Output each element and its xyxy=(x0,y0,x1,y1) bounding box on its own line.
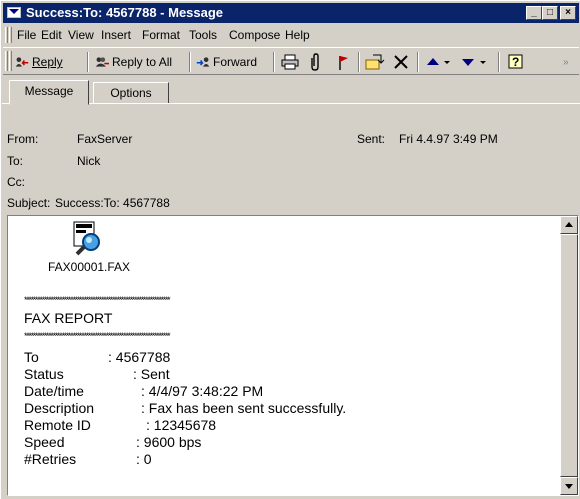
report-row-value: : 4/4/97 3:48:22 PM xyxy=(141,383,264,399)
toolbar-separator xyxy=(189,52,191,72)
print-icon xyxy=(281,54,299,70)
report-row-label: Status xyxy=(24,366,64,382)
menu-compose[interactable]: Compose xyxy=(229,28,280,42)
report-row-value: : 12345678 xyxy=(146,417,217,433)
report-row-value: : Sent xyxy=(133,366,170,382)
report-row-label: Remote ID xyxy=(24,417,91,433)
move-to-folder-button[interactable] xyxy=(365,52,385,72)
report-divider: ****************************************… xyxy=(24,295,171,305)
toolbar-overflow-icon[interactable]: » xyxy=(563,52,569,72)
menu-help[interactable]: Help xyxy=(285,28,310,42)
report-divider: ****************************************… xyxy=(24,331,171,341)
sent-value: Fri 4.4.97 3:49 PM xyxy=(399,132,498,146)
menu-edit[interactable]: Edit xyxy=(41,28,62,42)
report-row-label: Speed xyxy=(24,434,65,450)
message-body[interactable]: FAX00001.FAX ***************************… xyxy=(7,215,579,496)
reply-button[interactable]: Reply xyxy=(15,52,63,72)
scroll-up-button[interactable] xyxy=(560,216,578,234)
toolbar-grip-2 xyxy=(9,51,12,71)
toolbar-separator xyxy=(498,52,500,72)
down-arrow-icon xyxy=(565,484,573,489)
scroll-down-button[interactable] xyxy=(560,477,578,495)
message-content: FAX00001.FAX ***************************… xyxy=(8,216,560,495)
help-icon: ? xyxy=(508,54,523,69)
report-row-label: To xyxy=(24,349,39,365)
report-row-label: #Retries xyxy=(24,451,77,467)
maximize-button[interactable]: □ xyxy=(542,6,558,20)
svg-text:?: ? xyxy=(512,55,519,69)
attach-button[interactable] xyxy=(308,52,322,72)
reply-label: Reply xyxy=(32,55,63,69)
flag-button[interactable] xyxy=(336,52,350,72)
minimize-button[interactable]: _ xyxy=(526,6,542,20)
help-button[interactable]: ? xyxy=(507,52,525,72)
report-row-value: : 4567788 xyxy=(108,349,171,365)
forward-icon xyxy=(196,57,210,67)
subject-label: Subject: xyxy=(7,196,51,210)
reply-all-button[interactable]: Reply to All xyxy=(95,52,172,72)
from-value: FaxServer xyxy=(77,132,133,146)
menu-grip-2 xyxy=(9,27,12,43)
forward-label: Forward xyxy=(213,55,258,69)
envelope-icon xyxy=(7,7,21,18)
fax-attachment-icon[interactable] xyxy=(70,220,106,259)
delete-button[interactable] xyxy=(393,52,409,72)
toolbar-separator xyxy=(87,52,89,72)
print-button[interactable] xyxy=(281,52,299,72)
menu-tools[interactable]: Tools xyxy=(189,28,217,42)
previous-item-button[interactable] xyxy=(425,52,453,72)
close-button[interactable]: × xyxy=(560,6,576,20)
sent-label: Sent: xyxy=(357,132,386,146)
move-to-folder-icon xyxy=(365,54,385,70)
tab-message[interactable]: Message xyxy=(9,80,89,105)
forward-button[interactable]: Forward xyxy=(196,52,257,72)
from-label: From: xyxy=(7,132,39,146)
previous-item-icon xyxy=(427,58,450,65)
toolbar: Reply Reply to All Forward ? » xyxy=(3,47,579,75)
toolbar-grip[interactable] xyxy=(5,51,8,71)
scroll-thumb[interactable] xyxy=(560,234,578,477)
reply-all-label: Reply to All xyxy=(112,55,173,69)
paperclip-icon xyxy=(311,53,319,71)
report-row-value: : 0 xyxy=(136,451,152,467)
reply-all-icon xyxy=(95,57,109,67)
reply-icon xyxy=(15,57,29,67)
to-value: Nick xyxy=(77,154,101,168)
up-arrow-icon xyxy=(565,222,573,227)
menu-file[interactable]: File xyxy=(17,28,36,42)
subject-value: Success:To: 4567788 xyxy=(55,196,170,210)
title-bar[interactable]: Success:To: 4567788 - Message _ □ × xyxy=(3,3,579,23)
menu-view[interactable]: View xyxy=(68,28,94,42)
attachment-name[interactable]: FAX00001.FAX xyxy=(48,260,130,274)
message-window: Success:To: 4567788 - Message _ □ × File… xyxy=(0,0,580,499)
next-item-button[interactable] xyxy=(460,52,490,72)
toolbar-separator xyxy=(358,52,360,72)
vertical-scrollbar[interactable] xyxy=(560,216,578,495)
menu-bar: File Edit View Insert Format Tools Compo… xyxy=(3,25,579,45)
cc-label: Cc: xyxy=(7,175,25,189)
window-title: Success:To: 4567788 - Message xyxy=(26,5,224,20)
flag-icon xyxy=(339,56,348,70)
toolbar-separator xyxy=(273,52,275,72)
tab-options[interactable]: Options xyxy=(93,82,169,104)
menu-grip[interactable] xyxy=(5,27,8,43)
menu-insert[interactable]: Insert xyxy=(101,28,131,42)
toolbar-separator xyxy=(417,52,419,72)
delete-icon xyxy=(394,55,408,69)
tab-strip: Message Options xyxy=(1,79,580,105)
menu-format[interactable]: Format xyxy=(142,28,180,42)
report-row-value: : 9600 bps xyxy=(136,434,202,450)
report-title: FAX REPORT xyxy=(24,310,113,326)
to-label: To: xyxy=(7,154,24,168)
next-item-icon xyxy=(462,59,486,66)
fax-document-icon xyxy=(73,221,100,256)
report-row-label: Description xyxy=(24,400,95,416)
report-row-value: : Fax has been sent successfully. xyxy=(141,400,347,416)
report-row-label: Date/time xyxy=(24,383,84,399)
